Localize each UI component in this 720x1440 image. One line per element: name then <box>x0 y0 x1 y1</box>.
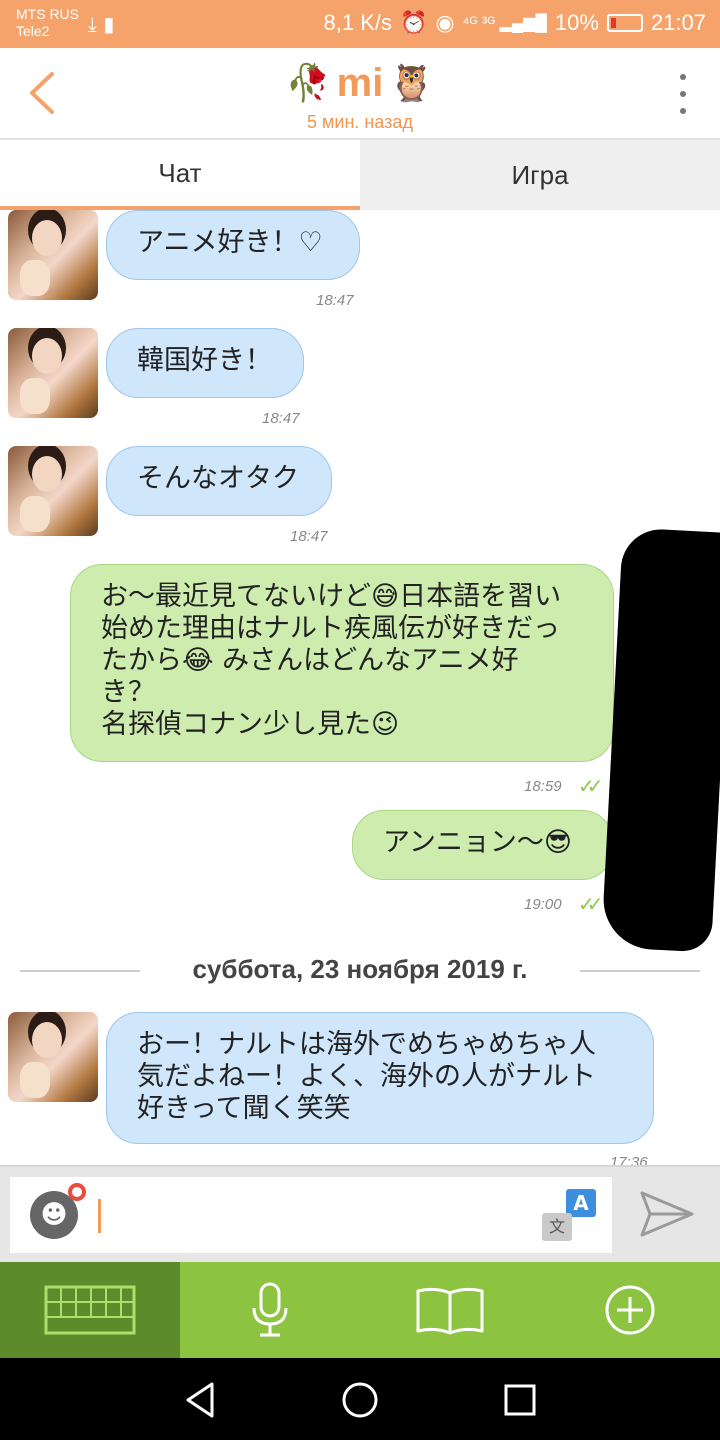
owl-icon: 🦉 <box>389 63 435 104</box>
sim-icon: ▮ <box>103 12 115 36</box>
contact-name: mi <box>336 60 384 105</box>
contact-title[interactable]: 🥀 mi 🦉 <box>280 56 440 110</box>
recents-square-icon <box>504 1384 536 1416</box>
chat-list[interactable]: アニメ好き！♡ 18:47 韓国好き！ 18:47 そんなオタク 18:47 お… <box>0 210 720 1165</box>
nav-home-button[interactable] <box>340 1380 380 1420</box>
rose-icon: 🥀 <box>285 63 331 104</box>
avatar[interactable] <box>8 446 98 536</box>
keyboard-button[interactable] <box>0 1262 180 1358</box>
eye-icon: ◉ <box>435 10 455 35</box>
keyboard-icon <box>44 1285 136 1335</box>
avatar[interactable] <box>8 210 98 300</box>
battery-percent: 10% <box>554 10 599 35</box>
message-bubble[interactable]: そんなオタク <box>106 446 332 516</box>
alarm-icon: ⏰ <box>400 10 428 35</box>
message-input[interactable] <box>106 1193 526 1237</box>
smiley-icon: ☻ <box>40 1200 68 1230</box>
microphone-icon <box>252 1282 288 1337</box>
carrier-name-2: Tele2 <box>16 23 50 39</box>
message-time: 17:36 <box>610 1154 648 1165</box>
clock: 21:07 <box>650 10 706 35</box>
message-bubble[interactable]: おー！ナルトは海外でめちゃめちゃ人 気だよねー！よく、海外の人がナルト 好きって… <box>106 1012 654 1144</box>
translate-button[interactable]: A 文 <box>540 1189 596 1241</box>
read-check-icon: ✓✓ <box>578 774 603 798</box>
status-bar: MTS RUS Tele2 ⤓ ▮ 8,1 K/s ⏰ ◉ ⁴ᴳ ³ᴳ ▂▄▆█… <box>0 0 720 48</box>
download-icon: ⤓ <box>88 12 97 36</box>
message-composer: ☻ A 文 <box>0 1165 720 1262</box>
status-right: 8,1 K/s ⏰ ◉ ⁴ᴳ ³ᴳ ▂▄▆█ 10% 21:07 <box>324 10 706 36</box>
network-speed: 8,1 K/s <box>323 10 393 35</box>
send-button[interactable] <box>640 1191 694 1237</box>
send-icon <box>640 1191 694 1237</box>
avatar[interactable] <box>8 1012 98 1102</box>
more-vert-icon[interactable] <box>676 74 690 114</box>
back-button[interactable] <box>22 66 72 120</box>
plus-circle-icon <box>605 1285 655 1335</box>
text-caret <box>98 1199 101 1233</box>
message-bubble[interactable]: アニメ好き！♡ <box>106 210 360 280</box>
message-bubble[interactable]: 韓国好き！ <box>106 328 304 398</box>
notification-icons: ⤓ ▮ <box>88 12 114 36</box>
last-seen: 5 мин. назад <box>307 112 413 132</box>
battery-icon <box>606 14 643 32</box>
message-time: 18:59 <box>524 778 562 795</box>
home-circle-icon <box>342 1382 378 1418</box>
translate-icon-source: 文 <box>542 1213 572 1241</box>
book-icon <box>416 1287 484 1335</box>
emoji-button[interactable]: ☻ <box>30 1183 86 1239</box>
phrasebook-button[interactable] <box>360 1262 540 1358</box>
system-navbar <box>0 1358 720 1440</box>
tab-bar: Чат Игра <box>0 140 720 210</box>
signal-icon: ⁴ᴳ ³ᴳ ▂▄▆█ <box>462 15 547 32</box>
avatar[interactable] <box>8 328 98 418</box>
signal-labels: ⁴ᴳ ³ᴳ <box>462 15 496 32</box>
carrier-name-1: MTS RUS <box>16 6 79 22</box>
carrier-info: MTS RUS Tele2 <box>16 6 79 40</box>
date-separator: суббота, 23 ноября 2019 г. <box>0 950 720 990</box>
input-mode-toolbar <box>0 1262 720 1358</box>
nav-back-button[interactable] <box>182 1380 222 1420</box>
notification-dot <box>68 1183 86 1201</box>
message-bubble[interactable]: お〜最近見てないけど😅日本語を習い 始めた理由はナルト疾風伝が好きだっ たから😂… <box>70 564 614 762</box>
tab-game[interactable]: Игра <box>360 140 720 210</box>
message-bubble[interactable]: アンニョン〜😎 <box>352 810 614 880</box>
voice-button[interactable] <box>180 1262 360 1358</box>
tab-chat[interactable]: Чат <box>0 140 360 210</box>
message-time: 18:47 <box>290 528 328 545</box>
date-label: суббота, 23 ноября 2019 г. <box>192 954 528 984</box>
attach-button[interactable] <box>540 1262 720 1358</box>
message-time: 19:00 <box>524 896 562 913</box>
message-time: 18:47 <box>262 410 300 427</box>
back-triangle-icon <box>186 1382 214 1418</box>
chat-header: 🥀 mi 🦉 5 мин. назад <box>0 48 720 140</box>
read-check-icon: ✓✓ <box>578 892 603 916</box>
message-time: 18:47 <box>316 292 354 309</box>
redaction-scribble <box>601 527 720 953</box>
back-arrow-icon <box>30 72 54 114</box>
nav-recents-button[interactable] <box>500 1380 540 1420</box>
input-container: ☻ A 文 <box>10 1177 612 1253</box>
